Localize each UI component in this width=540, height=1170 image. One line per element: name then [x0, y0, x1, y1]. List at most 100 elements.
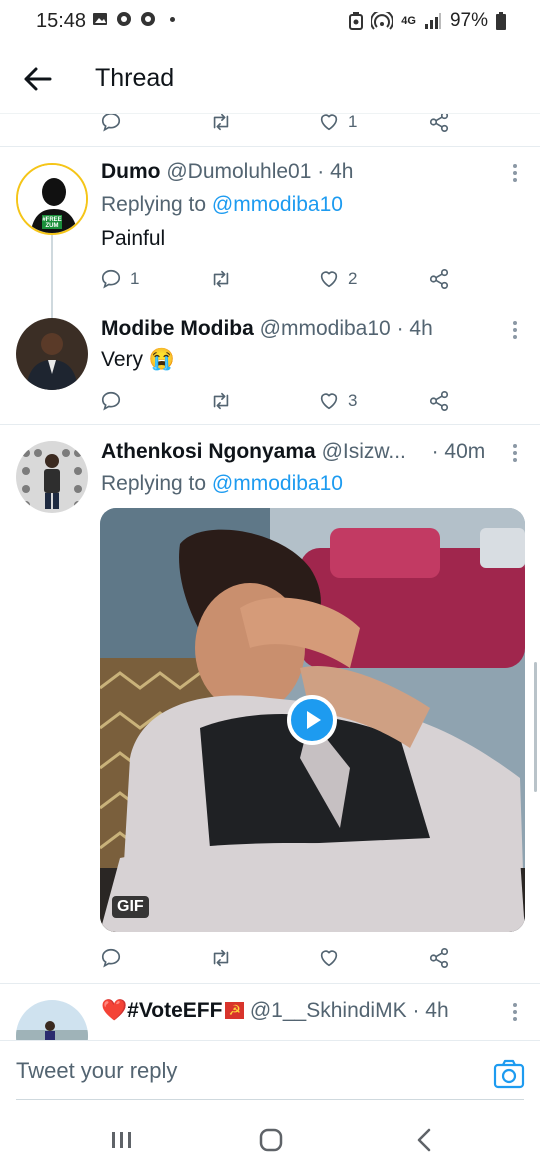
reply-count: 1: [130, 269, 140, 288]
chrome-icon: [141, 12, 155, 26]
tweet-actions: 1: [100, 114, 460, 136]
more-options-icon[interactable]: [512, 443, 518, 463]
share-button[interactable]: [428, 114, 450, 136]
battery-icon: [496, 12, 506, 30]
more-options-icon[interactable]: [512, 320, 518, 340]
svg-text:ZUM: ZUM: [46, 223, 59, 229]
retweet-button[interactable]: [210, 265, 240, 293]
author-name[interactable]: Athenkosi Ngonyama: [101, 440, 316, 463]
avatar[interactable]: [16, 441, 88, 513]
retweet-button[interactable]: [210, 387, 240, 415]
heart-icon: [320, 114, 338, 131]
back-nav-icon[interactable]: [410, 1126, 440, 1154]
battery-level: 97%: [449, 10, 488, 31]
more-options-icon[interactable]: [512, 1002, 518, 1022]
more-options-icon[interactable]: [512, 163, 518, 183]
like-count: 2: [348, 269, 358, 288]
system-nav-bar: [0, 1106, 540, 1170]
avatar[interactable]: #FREE ZUM: [16, 163, 88, 235]
gallery-icon: [93, 13, 107, 25]
replying-to: Replying to @mmodiba10: [101, 193, 343, 217]
replying-to-label: Replying to: [101, 472, 207, 495]
like-count: 1: [348, 114, 358, 131]
reply-button[interactable]: [100, 387, 130, 415]
heart-emoji: ❤️: [101, 999, 128, 1022]
author-name[interactable]: #VoteEFF: [127, 999, 222, 1022]
author-handle[interactable]: @Dumoluhle01: [166, 160, 311, 183]
reply-icon: [101, 948, 121, 968]
reply-button[interactable]: 1: [100, 265, 139, 293]
retweet-icon: [213, 949, 229, 967]
like-count: 3: [348, 391, 358, 410]
like-button[interactable]: 3: [318, 387, 357, 415]
camera-icon[interactable]: [493, 1059, 525, 1089]
back-arrow-icon[interactable]: [20, 64, 54, 94]
reply-icon: [101, 269, 121, 289]
mention-link[interactable]: @mmodiba10: [212, 193, 343, 216]
avatar-image: #FREE ZUM: [18, 165, 86, 233]
reply-icon: [101, 114, 121, 132]
heart-icon: [320, 271, 338, 288]
avatar[interactable]: [16, 318, 88, 390]
like-button[interactable]: 2: [318, 265, 357, 293]
play-icon: [307, 711, 321, 729]
tweet-actions: [100, 944, 460, 972]
tweet[interactable]: Athenkosi Ngonyama @Isizw... · 40m Reply…: [0, 425, 540, 983]
status-bar: 15:48 4G 97%: [0, 0, 540, 42]
share-icon: [429, 114, 449, 132]
tweet-actions: 1 2: [100, 265, 460, 293]
page-title: Thread: [95, 64, 175, 92]
tweet-time: 4h: [409, 317, 433, 340]
author-name[interactable]: Modibe Modiba: [101, 317, 254, 340]
replying-to: Replying to @mmodiba10: [101, 472, 343, 496]
tweet[interactable]: ❤️#VoteEFF ☭ @1__SkhindiMK · 4h: [0, 984, 540, 1040]
retweet-icon: [213, 270, 229, 288]
share-icon: [429, 391, 449, 411]
avatar-image: [16, 318, 88, 390]
hotspot-icon: [371, 12, 394, 30]
share-button[interactable]: [428, 387, 450, 415]
avatar[interactable]: [16, 1000, 88, 1040]
tweet-text: Very 😭: [101, 348, 176, 371]
author-handle[interactable]: @1__SkhindiMK: [250, 999, 407, 1022]
avatar-image: [16, 441, 88, 513]
like-button[interactable]: 1: [318, 114, 357, 136]
separator-dot: ·: [431, 440, 439, 463]
share-icon: [429, 948, 449, 968]
composer-underline: [16, 1099, 524, 1100]
retweet-button[interactable]: [210, 944, 240, 972]
tweet-time: 40m: [444, 440, 486, 463]
reply-icon: [101, 391, 121, 411]
author-handle[interactable]: @Isizw...: [322, 440, 406, 463]
mention-link[interactable]: @mmodiba10: [212, 472, 343, 495]
tweet[interactable]: #FREE ZUM Dumo @Dumoluhle01 · 4h Replyin…: [0, 147, 540, 327]
replying-to-label: Replying to: [101, 193, 207, 216]
reply-input[interactable]: [16, 1042, 446, 1100]
scrollbar-thumb[interactable]: [534, 662, 537, 792]
network-type: 4G: [401, 14, 416, 27]
tweet-time: 4h: [425, 999, 449, 1022]
flag-emoji: ☭: [225, 1002, 245, 1019]
separator-dot: ·: [396, 317, 404, 340]
retweet-icon: [213, 114, 229, 131]
share-icon: [429, 269, 449, 289]
thread-feed[interactable]: 1 #FREE ZUM Dumo @Dumoluhle01 · 4h Reply…: [0, 114, 540, 1040]
tweet[interactable]: Modibe Modiba @mmodiba10 · 4h Very 😭 3: [0, 302, 540, 424]
recent-apps-icon[interactable]: [106, 1126, 136, 1154]
heart-icon: [320, 393, 338, 410]
home-icon[interactable]: [256, 1126, 286, 1154]
share-button[interactable]: [428, 944, 450, 972]
gif-media[interactable]: GIF: [100, 508, 525, 932]
author-name[interactable]: Dumo: [101, 160, 161, 183]
reply-button[interactable]: [100, 114, 122, 136]
share-button[interactable]: [428, 265, 450, 293]
reply-button[interactable]: [100, 944, 130, 972]
like-button[interactable]: [318, 944, 348, 972]
play-button[interactable]: [287, 695, 337, 745]
retweet-icon: [213, 392, 229, 410]
tweet-text: Painful: [101, 227, 166, 250]
tweet-time: 4h: [330, 160, 354, 183]
separator-dot: ·: [412, 999, 420, 1022]
author-handle[interactable]: @mmodiba10: [260, 317, 391, 340]
retweet-button[interactable]: [210, 114, 232, 136]
